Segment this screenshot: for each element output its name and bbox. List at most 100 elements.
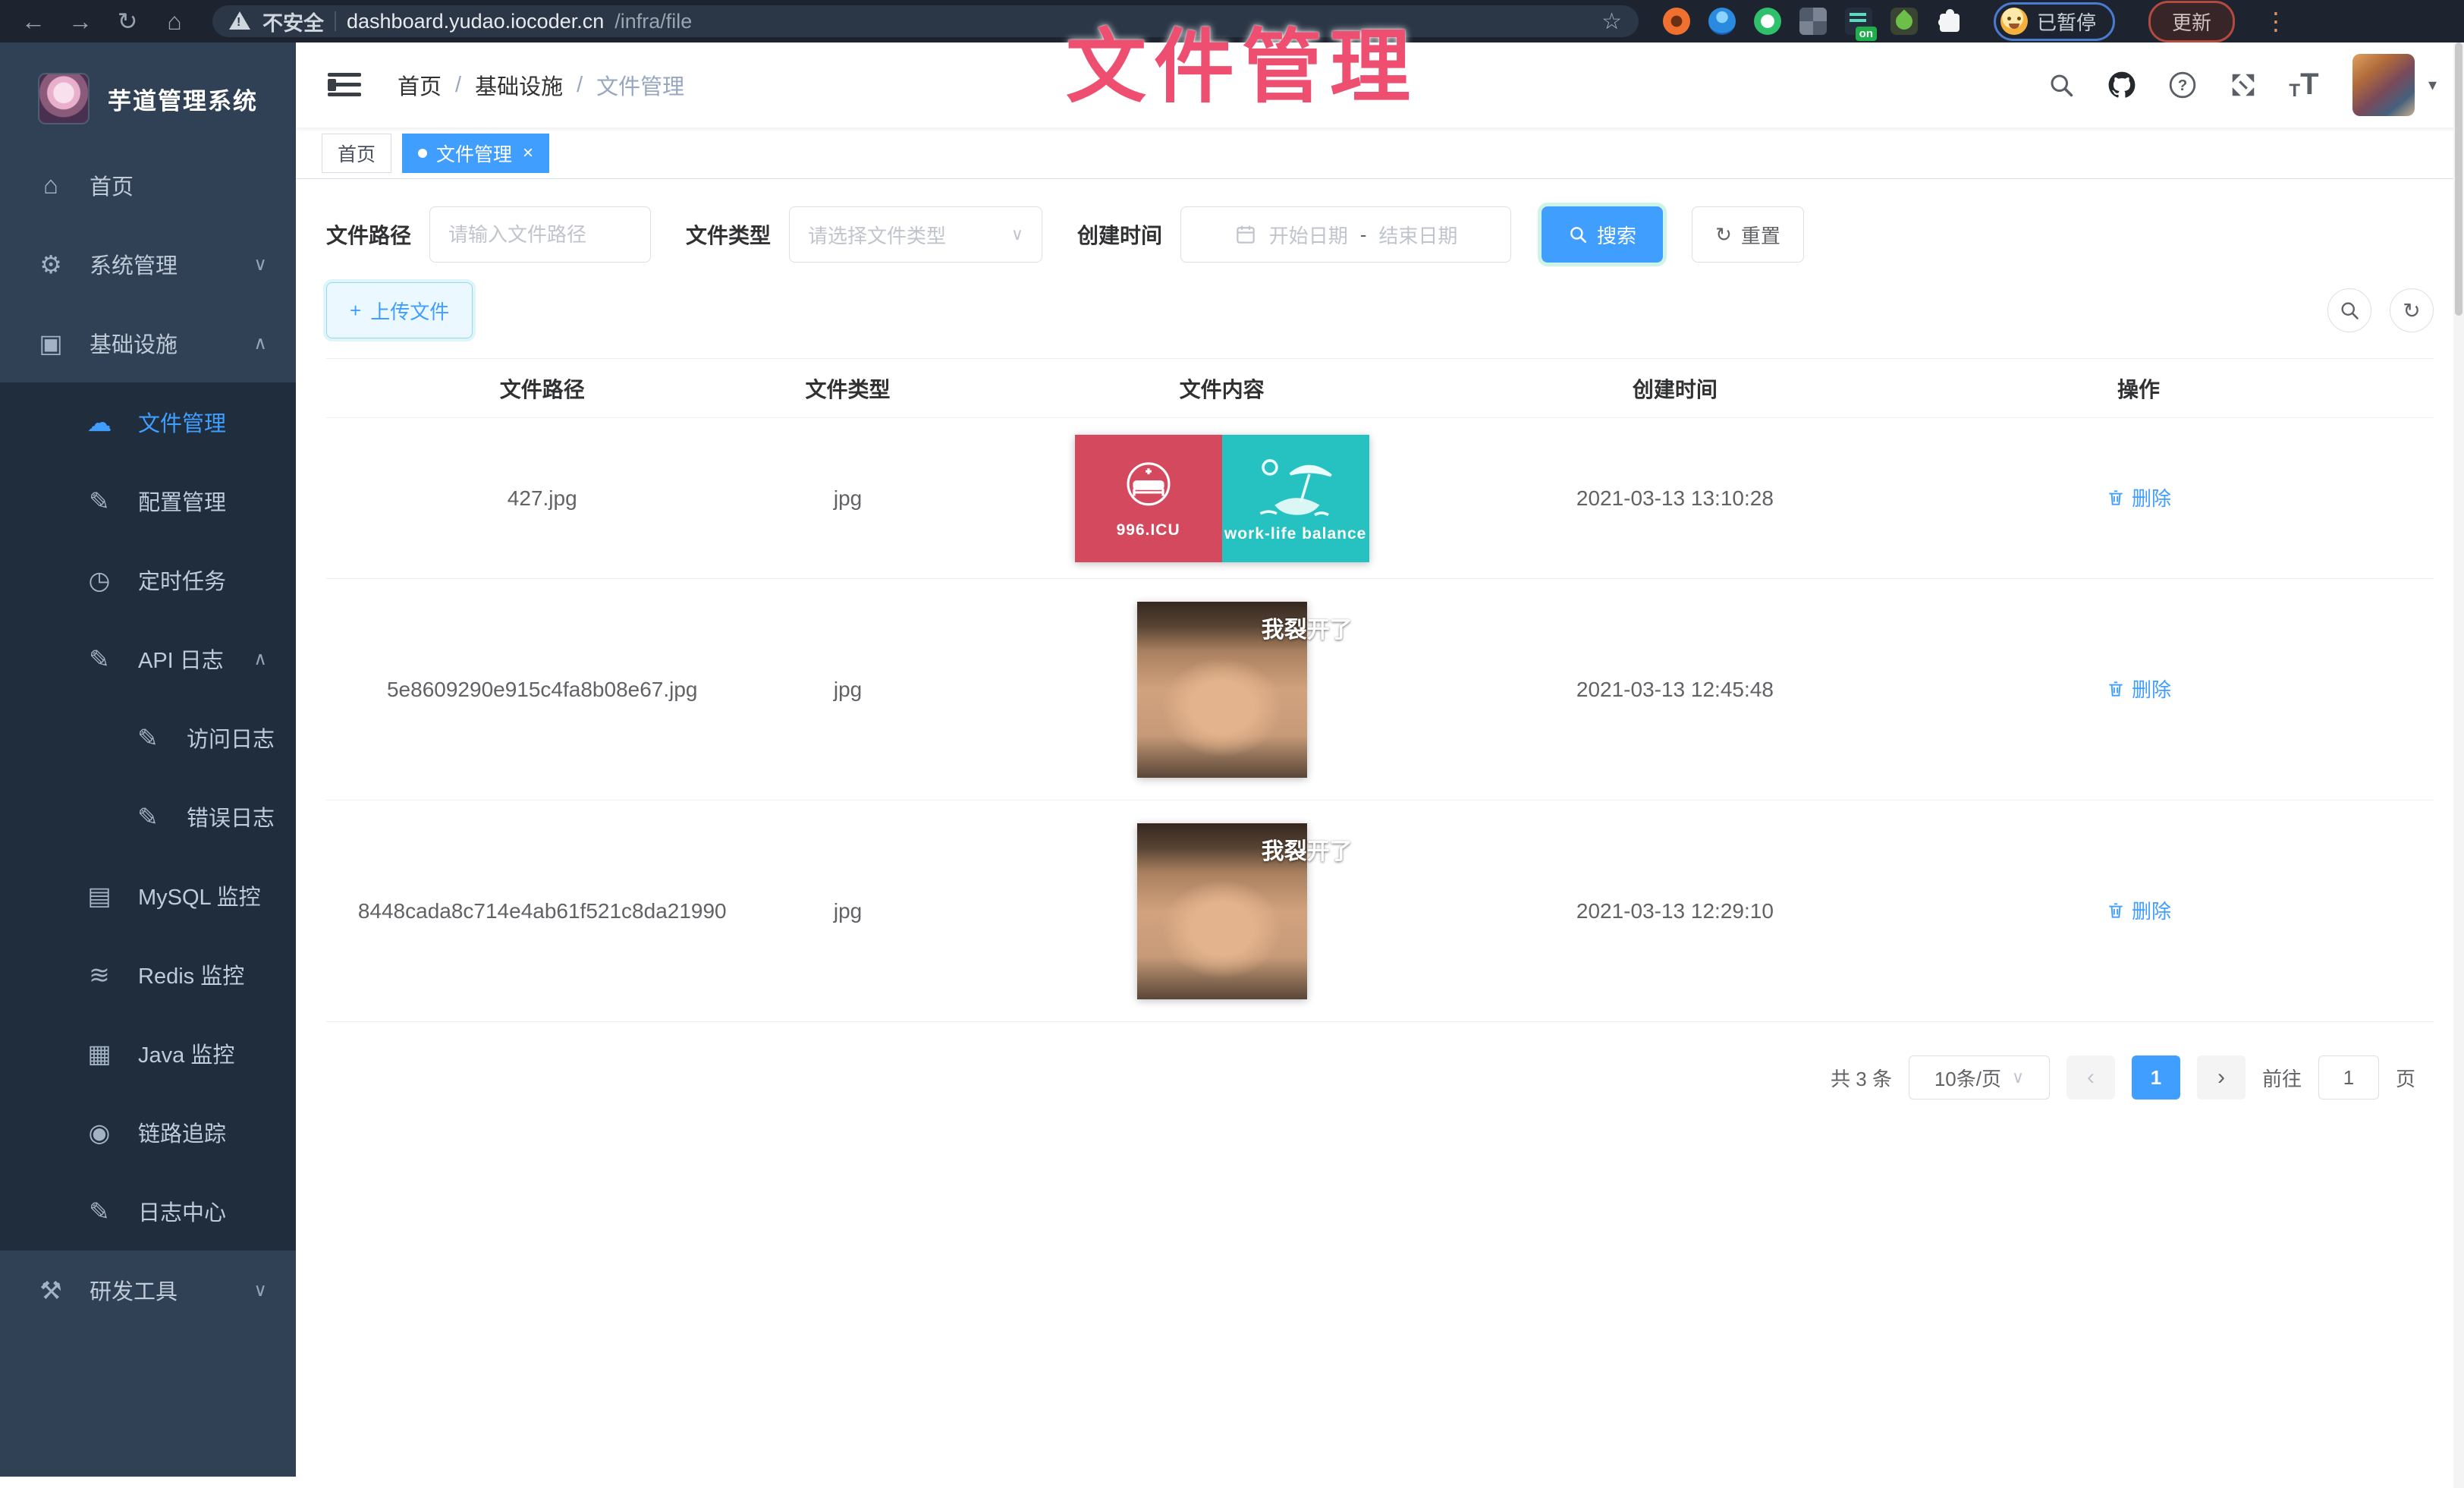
sidebar-collapse-icon[interactable] [328,70,361,100]
header-search-icon[interactable] [2044,68,2078,102]
sidebar-item-tracing[interactable]: ◉ 链路追踪 [0,1093,296,1172]
database-icon: ▤ [82,881,117,911]
prev-page-button[interactable]: ‹ [2066,1055,2115,1099]
delete-label: 删除 [2132,896,2171,924]
goto-label: 前往 [2262,1064,2302,1092]
scrollbar-thumb[interactable] [2455,42,2462,316]
delete-button[interactable]: 删除 [2106,896,2171,924]
reset-button[interactable]: ↻ 重置 [1692,206,1804,263]
end-date-placeholder[interactable]: 结束日期 [1378,221,1457,249]
sidebar-item-label: 定时任务 [138,564,226,596]
col-file-type: 文件类型 [758,359,937,418]
goto-page-input[interactable] [2318,1055,2379,1099]
search-button[interactable]: 搜索 [1542,206,1663,263]
current-page-button[interactable]: 1 [2132,1055,2180,1099]
main-area: 首页 / 基础设施 / 文件管理 ? TT [296,42,2464,1488]
996icu-label: 996.ICU [1117,521,1180,540]
date-range-picker[interactable]: 开始日期 - 结束日期 [1180,206,1511,263]
browser-reload-icon[interactable]: ↻ [108,5,147,38]
close-icon[interactable]: × [523,143,533,164]
orange-ring-extension-icon[interactable] [1663,8,1690,35]
sidebar-item-label: Java 监控 [138,1037,234,1069]
tag-home[interactable]: 首页 [322,134,391,173]
sidebar-item-log-center[interactable]: ✎ 日志中心 [0,1172,296,1250]
security-label[interactable]: 不安全 [262,7,324,36]
sidebar-item-infra[interactable]: ▣ 基础设施 ∧ [0,304,296,382]
toggle-search-button[interactable] [2327,288,2371,332]
browser-home-icon[interactable]: ⌂ [155,5,194,38]
search-icon [1568,225,1588,244]
sidebar-menu: ⌂ 首页 ⚙ 系统管理 ∨ ▣ 基础设施 ∧ ☁ 文件管理 ✎ 配置管 [0,146,296,1477]
breadcrumb-home[interactable]: 首页 [398,69,442,101]
extensions-puzzle-icon[interactable] [1936,8,1963,35]
delete-button[interactable]: 删除 [2106,675,2171,703]
file-path-field[interactable] [429,206,651,263]
sidebar-logo[interactable]: 芋道管理系统 [0,42,296,146]
sidebar-item-java-monitor[interactable]: ▦ Java 监控 [0,1014,296,1093]
security-warning-icon[interactable]: ! [229,11,252,31]
upload-file-button[interactable]: + 上传文件 [326,282,473,338]
refresh-table-button[interactable]: ↻ [2390,288,2434,332]
file-preview-image[interactable]: 我裂开了 [1137,823,1307,999]
refresh-icon: ↻ [2403,298,2420,323]
delete-button[interactable]: 删除 [2106,483,2171,511]
emoji-face-icon [2000,8,2028,35]
browser-forward-icon[interactable]: → [61,5,100,38]
breadcrumb-infra[interactable]: 基础设施 [475,69,563,101]
sidebar-item-dev-tools[interactable]: ⚒ 研发工具 ∨ [0,1250,296,1329]
sidebar-item-system[interactable]: ⚙ 系统管理 ∨ [0,225,296,304]
sidebar-item-home[interactable]: ⌂ 首页 [0,146,296,225]
file-type-select[interactable]: 请选择文件类型 ∨ [789,206,1042,263]
address-bar[interactable]: ! 不安全 dashboard.yudao.iocoder.cn/infra/f… [212,5,1639,37]
start-date-placeholder[interactable]: 开始日期 [1269,221,1348,249]
sidebar-item-access-log[interactable]: ✎ 访问日志 [0,698,296,777]
sidebar-item-label: 系统管理 [90,248,178,280]
file-path-input[interactable] [448,223,632,247]
grid-extension-icon[interactable] [1799,8,1827,35]
github-icon[interactable] [2105,68,2139,102]
blue-pin-extension-icon[interactable] [1708,8,1736,35]
file-preview-image[interactable]: 我裂开了 [1137,602,1307,778]
leaf-extension-icon[interactable] [1890,8,1918,35]
sidebar-item-label: API 日志 [138,643,224,675]
page-size-select[interactable]: 10条/页 ∨ [1909,1055,2050,1099]
sidebar-item-label: 研发工具 [90,1274,178,1306]
font-size-icon[interactable]: TT [2287,68,2321,102]
browser-update-button[interactable]: 更新 [2148,1,2235,42]
sidebar-item-config-manage[interactable]: ✎ 配置管理 [0,461,296,540]
vpn-extension-icon[interactable]: on [1845,8,1872,35]
sidebar-item-api-log[interactable]: ✎ API 日志 ∧ [0,619,296,698]
help-icon[interactable]: ? [2166,68,2199,102]
sidebar-item-redis-monitor[interactable]: ≋ Redis 监控 [0,935,296,1014]
active-dot-icon [418,149,427,158]
infra-submenu: ☁ 文件管理 ✎ 配置管理 ◷ 定时任务 ✎ API 日志 ∧ ✎ [0,382,296,1250]
paused-extension-pill[interactable]: 已暂停 [1994,2,2115,41]
fullscreen-icon[interactable] [2227,68,2260,102]
sidebar-item-error-log[interactable]: ✎ 错误日志 [0,777,296,856]
file-preview-image[interactable]: 996.ICU work-life balance [1075,435,1369,562]
sidebar-item-label: 首页 [90,169,134,201]
page-scrollbar[interactable] [2453,42,2464,1488]
green-circle-extension-icon[interactable] [1754,8,1781,35]
sidebar-item-scheduled-jobs[interactable]: ◷ 定时任务 [0,540,296,619]
delete-label: 删除 [2132,675,2171,703]
reset-button-label: 重置 [1741,221,1780,249]
chevron-up-icon: ∧ [253,648,267,670]
user-menu[interactable]: ▾ [2352,54,2437,116]
page-unit-label: 页 [2396,1064,2415,1092]
col-actions: 操作 [1843,359,2434,418]
next-page-button[interactable]: › [2197,1055,2246,1099]
bookmark-star-icon[interactable]: ☆ [1601,8,1622,35]
tag-label: 文件管理 [436,140,512,167]
user-avatar[interactable] [2352,54,2415,116]
cell-actions: 删除 [1843,801,2434,1022]
trash-icon [2106,488,2126,508]
browser-back-icon[interactable]: ← [14,5,53,38]
browser-menu-icon[interactable]: ⋮ [2264,7,2288,36]
plus-icon: + [350,299,361,322]
file-manage-page: 文件路径 文件类型 请选择文件类型 ∨ 创建时间 开始日期 - 结束日期 [296,179,2464,1488]
sidebar-item-file-manage[interactable]: ☁ 文件管理 [0,382,296,461]
breadcrumb: 首页 / 基础设施 / 文件管理 [398,69,684,101]
tag-file-manage[interactable]: 文件管理 × [402,134,549,173]
sidebar-item-mysql-monitor[interactable]: ▤ MySQL 监控 [0,856,296,935]
